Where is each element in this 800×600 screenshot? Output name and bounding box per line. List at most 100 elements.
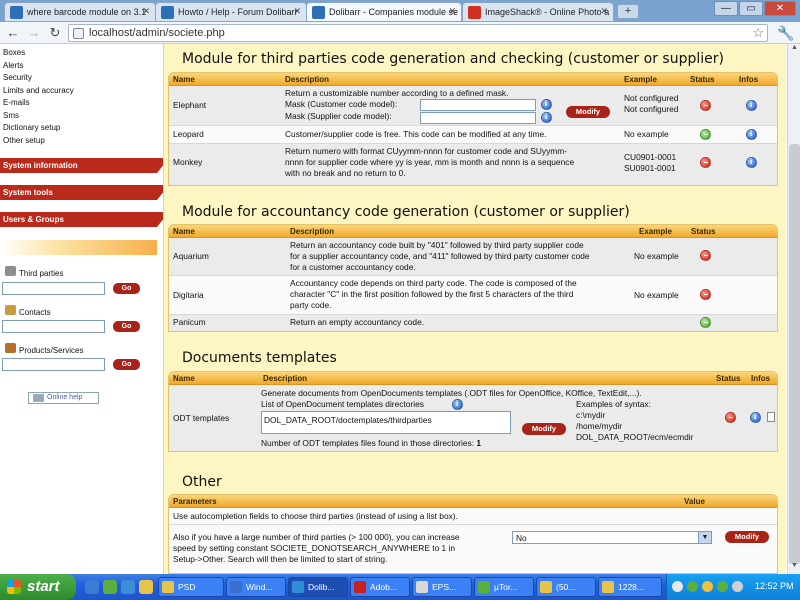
imageshack-favicon-icon <box>468 6 481 19</box>
status-disabled-icon[interactable] <box>725 412 736 423</box>
menu-link-limits[interactable]: Limits and accuracy <box>3 86 74 95</box>
accountancy-row-aquarium: Aquarium Return an accountancy code buil… <box>169 238 777 276</box>
tab-barcode-forum[interactable]: where barcode module on 3.1 ✕ <box>4 2 156 22</box>
minimize-button[interactable]: — <box>714 1 738 16</box>
start-label: start <box>27 578 60 595</box>
maximize-button[interactable]: ▭ <box>739 1 763 16</box>
tab-imageshack[interactable]: ImageShack® - Online Photo a ✕ <box>462 2 614 22</box>
mask-supplier-input[interactable] <box>420 112 536 124</box>
search-third-parties-go-button[interactable]: Go <box>113 283 140 294</box>
template-dirs-textarea[interactable]: DOL_DATA_ROOT/doctemplates/thirdparties <box>261 411 511 434</box>
menu-link-sms[interactable]: Sms <box>3 111 19 120</box>
page-scrollbar[interactable]: ▲ ▼ <box>787 44 800 574</box>
dolibarr-favicon-icon <box>312 6 325 19</box>
update-tray-icon[interactable] <box>717 581 728 592</box>
elephant-example-1: Not configured <box>624 93 679 103</box>
taskbar-item-dolibarr[interactable]: Dolib... <box>288 577 348 597</box>
menu-link-emails[interactable]: E-mails <box>3 98 30 107</box>
status-disabled-icon[interactable] <box>700 100 711 111</box>
status-disabled-icon[interactable] <box>700 250 711 261</box>
url-text[interactable]: localhost/admin/societe.php <box>89 27 225 39</box>
security-tray-icon[interactable] <box>702 581 713 592</box>
scroll-down-arrow-icon[interactable]: ▼ <box>788 562 800 574</box>
close-icon[interactable]: ✕ <box>293 6 301 17</box>
network-tray-icon[interactable] <box>672 581 683 592</box>
menu-link-other-setup[interactable]: Other setup <box>3 136 45 145</box>
bookmark-star-icon[interactable]: ☆ <box>752 25 764 41</box>
forward-arrow-icon[interactable]: → <box>26 25 42 41</box>
taskbar-item-utorrent[interactable]: µTor... <box>474 577 534 597</box>
new-tab-button[interactable]: + <box>617 4 639 19</box>
elephant-modify-button[interactable]: Modify <box>566 106 610 118</box>
file-preview-icon[interactable] <box>767 412 775 422</box>
taskbar-item-folder-50[interactable]: (50... <box>536 577 596 597</box>
status-disabled-icon[interactable] <box>700 157 711 168</box>
menu-link-boxes[interactable]: Boxes <box>3 48 25 57</box>
col-description: Description <box>290 227 335 236</box>
tab-help-forum[interactable]: Howto / Help - Forum Dolibarr ✕ <box>155 2 307 22</box>
taskbar-item-folder-1228[interactable]: 1228... <box>598 577 662 597</box>
taskbar-item-eps[interactable]: EPS... <box>412 577 472 597</box>
odt-dir-label: List of OpenDocument templates directori… <box>261 399 424 409</box>
online-help-button[interactable]: Online help <box>28 392 99 404</box>
dir-info-icon[interactable] <box>452 399 463 410</box>
menu-link-security[interactable]: Security <box>3 73 32 82</box>
utorrent-quicklaunch-icon[interactable] <box>103 580 117 594</box>
utorrent-tray-icon[interactable] <box>687 581 698 592</box>
col-example: Example <box>639 227 672 236</box>
other-modify-button[interactable]: Modify <box>725 531 769 543</box>
folder-quicklaunch-icon[interactable] <box>139 580 153 594</box>
search-products-input[interactable] <box>2 358 105 371</box>
search-products-go-button[interactable]: Go <box>113 359 140 370</box>
close-icon[interactable]: ✕ <box>600 6 608 17</box>
taskbar-item-psd[interactable]: PSD <box>158 577 224 597</box>
odt-modify-button[interactable]: Modify <box>522 423 566 435</box>
tab-dolibarr-companies[interactable]: Dolibarr - Companies module se ✕ <box>306 2 462 22</box>
task-label: Adob... <box>370 582 397 592</box>
chrome-quicklaunch-icon[interactable] <box>121 580 135 594</box>
wrench-menu-icon[interactable]: 🔧 <box>777 25 794 42</box>
codegen-row-elephant: Elephant Return a customizable number ac… <box>169 86 777 126</box>
status-enabled-icon[interactable] <box>700 317 711 328</box>
status-enabled-icon[interactable] <box>700 129 711 140</box>
col-value: Value <box>684 497 705 506</box>
search-contacts-go-button[interactable]: Go <box>113 321 140 332</box>
taskbar-item-adobe[interactable]: Adob... <box>350 577 410 597</box>
window-close-button[interactable]: ✕ <box>764 1 796 16</box>
ie-quicklaunch-icon[interactable] <box>85 580 99 594</box>
mask-info-icon[interactable] <box>541 112 552 123</box>
aquarium-example: No example <box>634 251 679 261</box>
info-icon[interactable] <box>750 412 761 423</box>
status-disabled-icon[interactable] <box>700 289 711 300</box>
monkey-desc-1: Return numero with format CUyymm-nnnn fo… <box>285 146 568 156</box>
search-anywhere-select[interactable]: No ▼ <box>512 531 712 544</box>
menu-header-users-groups[interactable]: Users & Groups <box>0 212 169 227</box>
aquarium-desc-3: for a customer accountancy code. <box>290 262 416 272</box>
leopard-desc: Customer/supplier code is free. This cod… <box>285 129 547 139</box>
codegen-table: Name Description Example Status Infos El… <box>168 72 778 186</box>
menu-link-alerts[interactable]: Alerts <box>3 61 23 70</box>
mask-info-icon[interactable] <box>541 99 552 110</box>
volume-tray-icon[interactable] <box>732 581 743 592</box>
reload-icon[interactable]: ↻ <box>47 25 63 41</box>
search-contacts-input[interactable] <box>2 320 105 333</box>
start-button[interactable]: start <box>0 574 76 600</box>
mask-customer-input[interactable] <box>420 99 536 111</box>
info-icon[interactable] <box>746 100 757 111</box>
address-bar[interactable]: localhost/admin/societe.php ☆ <box>68 24 768 42</box>
menu-header-system-tools[interactable]: System tools <box>0 185 169 200</box>
scroll-up-arrow-icon[interactable]: ▲ <box>788 44 800 56</box>
info-icon[interactable] <box>746 129 757 140</box>
chevron-down-icon[interactable]: ▼ <box>698 532 711 543</box>
scroll-thumb[interactable] <box>789 144 800 564</box>
odt-example-2: /home/mydir <box>576 421 623 431</box>
info-icon[interactable] <box>746 157 757 168</box>
tab-title: where barcode module on 3.1 <box>27 7 147 17</box>
taskbar-item-windows[interactable]: Wind... <box>226 577 286 597</box>
back-arrow-icon[interactable]: ← <box>5 25 21 41</box>
close-icon[interactable]: ✕ <box>448 6 456 17</box>
search-third-parties-input[interactable] <box>2 282 105 295</box>
menu-link-dictionary[interactable]: Dictionary setup <box>3 123 60 132</box>
menu-header-system-information[interactable]: System information <box>0 158 169 173</box>
close-icon[interactable]: ✕ <box>142 6 150 17</box>
